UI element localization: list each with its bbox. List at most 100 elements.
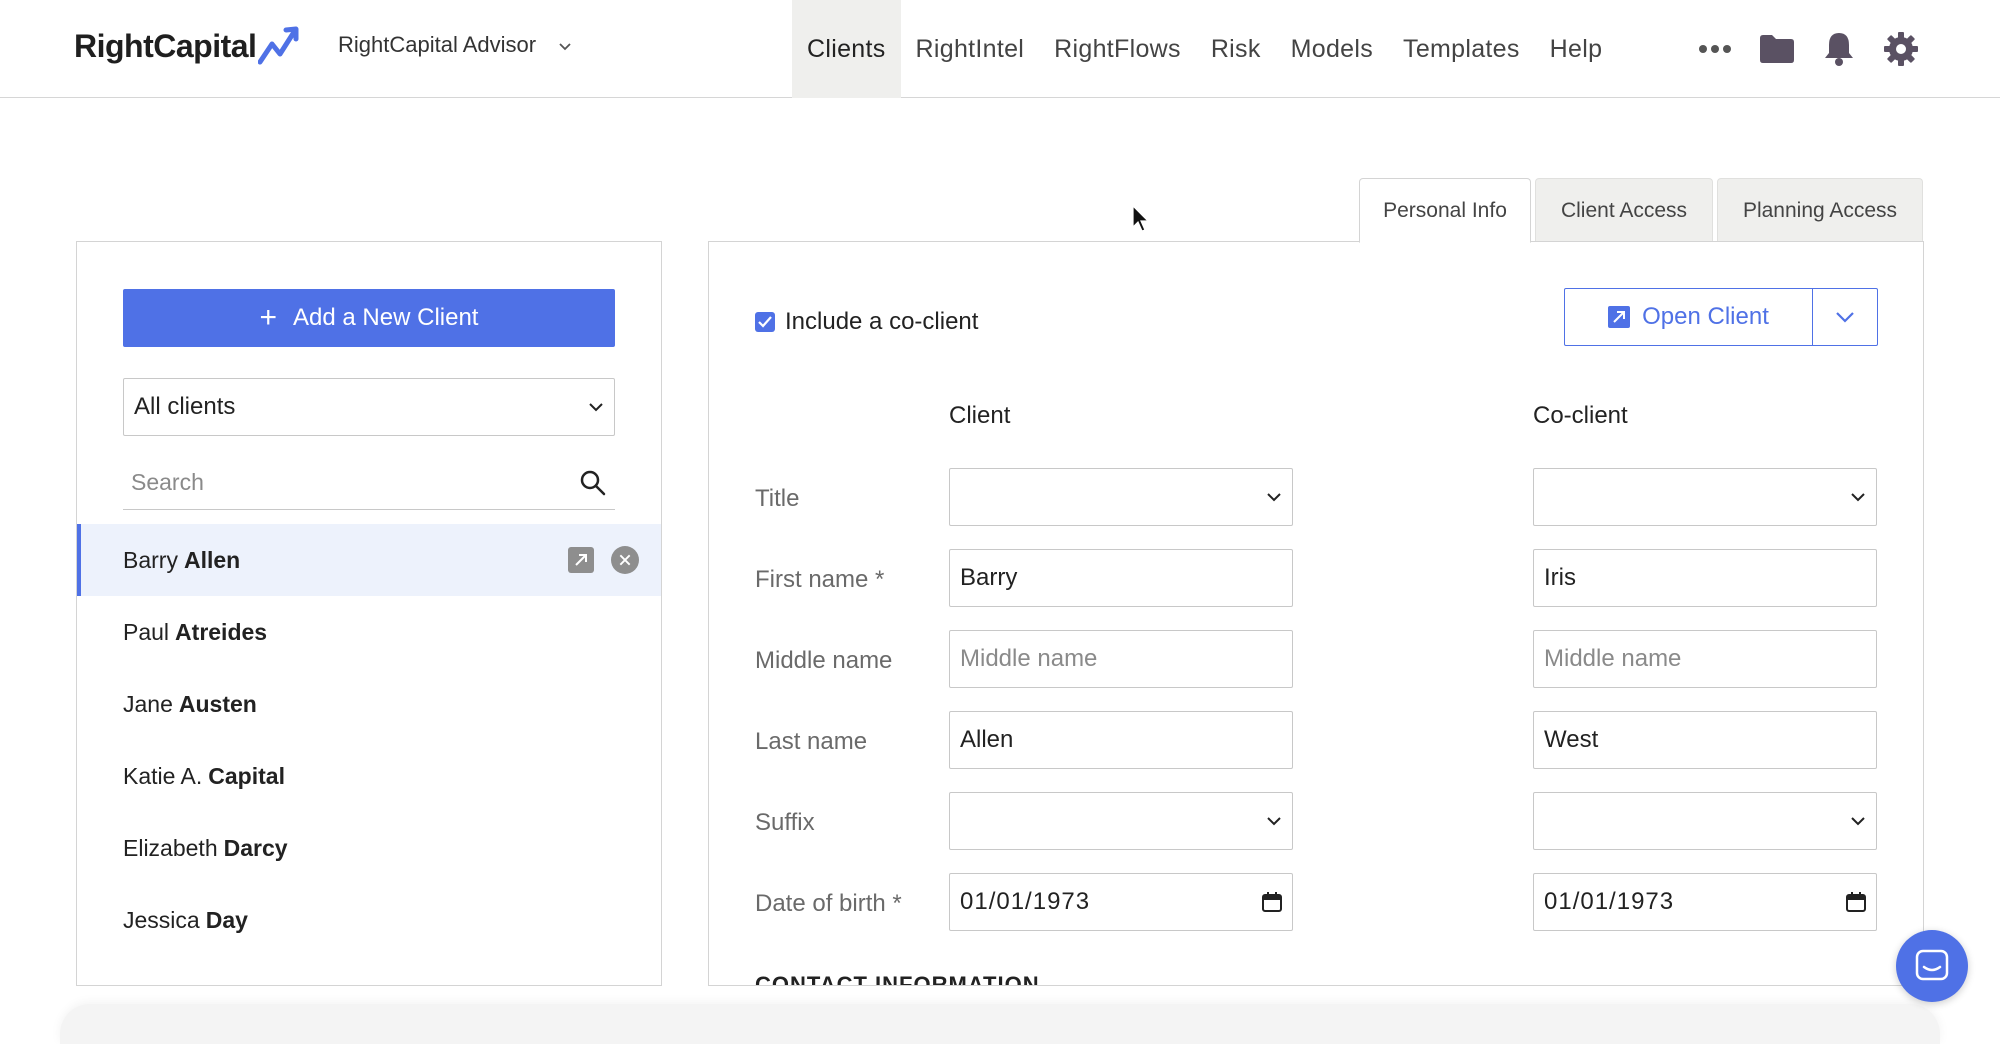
coclient-first-name-input[interactable]: Iris	[1533, 549, 1877, 607]
advisor-selector[interactable]: RightCapital Advisor	[338, 32, 572, 58]
open-client-dropdown[interactable]	[1813, 289, 1877, 345]
client-first-name-input[interactable]: Barry	[949, 549, 1293, 607]
client-first-name-value: Barry	[960, 564, 1018, 591]
client-filter-value: All clients	[134, 393, 236, 420]
chevron-down-icon	[1851, 493, 1865, 502]
client-last-name: Austen	[178, 690, 257, 717]
folder-icon[interactable]	[1746, 24, 1808, 74]
client-row-paul-atreides[interactable]: Paul Atreides	[77, 596, 661, 668]
title-label: Title	[755, 485, 800, 512]
contact-information-heading: CONTACT INFORMATION	[755, 972, 1040, 986]
logo-text: RightCapital	[74, 27, 257, 64]
include-coclient-label: Include a co-client	[785, 308, 979, 335]
main-nav: Clients RightIntel RightFlows Risk Model…	[792, 0, 1617, 98]
calendar-icon[interactable]	[1846, 892, 1866, 912]
search-input[interactable]	[123, 468, 543, 497]
client-first-name: Elizabeth	[123, 834, 218, 861]
client-last-name: Darcy	[223, 834, 288, 861]
nav-rightflows[interactable]: RightFlows	[1039, 0, 1196, 98]
open-client-button-group: Open Client	[1564, 288, 1878, 346]
bell-icon[interactable]	[1808, 24, 1870, 74]
client-last-name: Day	[205, 906, 248, 933]
open-client-label: Open Client	[1642, 303, 1769, 330]
coclient-column-heading: Co-client	[1533, 402, 1628, 429]
gear-icon[interactable]	[1870, 24, 1932, 74]
nav-risk[interactable]: Risk	[1196, 0, 1276, 98]
nav-templates[interactable]: Templates	[1388, 0, 1535, 98]
coclient-last-name-input[interactable]: West	[1533, 711, 1877, 769]
last-name-label: Last name	[755, 728, 868, 755]
client-first-name: Barry	[123, 546, 178, 573]
add-new-client-label: Add a New Client	[293, 304, 479, 331]
open-external-icon	[1608, 306, 1631, 328]
plus-icon: +	[259, 301, 278, 334]
client-middle-name-placeholder: Middle name	[960, 645, 1098, 672]
client-dob-input[interactable]: 01/01/1973	[949, 873, 1293, 931]
first-name-label: First name *	[755, 566, 885, 593]
nav-models[interactable]: Models	[1276, 0, 1388, 98]
coclient-dob-value: 01/01/1973	[1544, 888, 1675, 915]
chevron-down-icon	[1267, 493, 1281, 502]
add-new-client-button[interactable]: + Add a New Client	[123, 289, 615, 347]
client-last-name-value: Allen	[960, 726, 1014, 753]
client-title-select[interactable]	[949, 468, 1293, 526]
coclient-suffix-select[interactable]	[1533, 792, 1877, 850]
client-last-name-input[interactable]: Allen	[949, 711, 1293, 769]
include-coclient-checkbox[interactable]	[755, 312, 775, 332]
chevron-down-icon	[559, 43, 571, 51]
logo[interactable]: RightCapital	[74, 24, 300, 68]
detail-tabs: Personal Info Client Access Planning Acc…	[1359, 178, 1927, 243]
suffix-label: Suffix	[755, 809, 815, 836]
tab-personal-info[interactable]: Personal Info	[1359, 178, 1531, 243]
chevron-down-icon	[1836, 312, 1854, 323]
client-row-barry-allen[interactable]: Barry Allen	[77, 524, 661, 596]
chat-icon	[1915, 949, 1949, 981]
client-row-jane-austen[interactable]: Jane Austen	[77, 668, 661, 740]
client-last-name: Capital	[208, 762, 285, 789]
chat-launcher-button[interactable]	[1896, 930, 1968, 1002]
nav-help[interactable]: Help	[1535, 0, 1618, 98]
row-actions	[567, 546, 639, 574]
coclient-last-name-value: West	[1544, 726, 1599, 753]
client-first-name: Katie A.	[123, 762, 203, 789]
client-first-name: Jessica	[123, 906, 200, 933]
nav-clients[interactable]: Clients	[792, 0, 901, 98]
more-icon[interactable]	[1684, 24, 1746, 74]
chevron-down-icon	[589, 403, 603, 412]
coclient-first-name-value: Iris	[1544, 564, 1576, 591]
client-row-katie-capital[interactable]: Katie A. Capital	[77, 740, 661, 812]
client-suffix-select[interactable]	[949, 792, 1293, 850]
client-dob-value: 01/01/1973	[960, 888, 1091, 915]
middle-name-label: Middle name	[755, 647, 893, 674]
advisor-name: RightCapital Advisor	[338, 32, 537, 57]
client-middle-name-input[interactable]: Middle name	[949, 630, 1293, 688]
client-last-name: Allen	[183, 546, 241, 573]
client-row-jessica-day[interactable]: Jessica Day	[77, 884, 661, 956]
nav-rightintel[interactable]: RightIntel	[901, 0, 1040, 98]
search-icon[interactable]	[579, 469, 607, 497]
chevron-down-icon	[1267, 817, 1281, 826]
client-row-elizabeth-darcy[interactable]: Elizabeth Darcy	[77, 812, 661, 884]
coclient-middle-name-input[interactable]: Middle name	[1533, 630, 1877, 688]
client-list-panel: + Add a New Client All clients BarryAlle…	[76, 241, 662, 986]
coclient-dob-input[interactable]: 01/01/1973	[1533, 873, 1877, 931]
dob-label: Date of birth *	[755, 890, 902, 917]
tab-client-access[interactable]: Client Access	[1535, 178, 1713, 243]
header-icons	[1684, 24, 1932, 74]
client-list: Barry Allen Paul Atreides Jane Austen Katie…	[77, 524, 661, 956]
include-coclient[interactable]: Include a co-client	[755, 308, 978, 336]
coclient-middle-name-placeholder: Middle name	[1544, 645, 1682, 672]
open-client-icon[interactable]	[567, 546, 595, 574]
chevron-down-icon	[1851, 817, 1865, 826]
calendar-icon[interactable]	[1262, 892, 1282, 912]
client-filter-select[interactable]: All clients	[123, 378, 615, 436]
client-first-name: Jane	[123, 690, 173, 717]
coclient-title-select[interactable]	[1533, 468, 1877, 526]
remove-client-icon[interactable]	[611, 546, 639, 574]
client-first-name: Paul	[123, 618, 170, 645]
client-last-name: Atreides	[175, 618, 268, 645]
open-client-button[interactable]: Open Client	[1565, 289, 1813, 345]
top-header: RightCapital RightCapital Advisor Client…	[0, 0, 2000, 98]
check-icon	[758, 316, 772, 328]
tab-planning-access[interactable]: Planning Access	[1717, 178, 1923, 243]
